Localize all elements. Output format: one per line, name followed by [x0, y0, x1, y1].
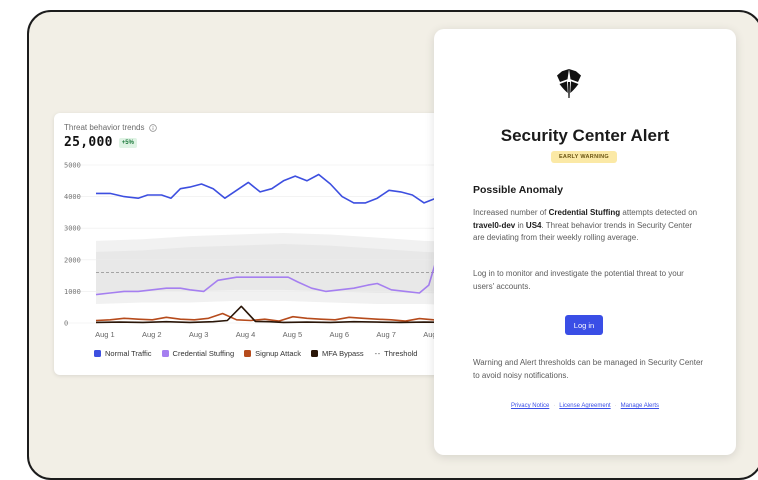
chart-title: Threat behavior trends — [64, 123, 145, 132]
legend-item[interactable]: MFA Bypass — [311, 349, 364, 358]
link-separator: · — [614, 403, 617, 409]
legend-item[interactable]: Credential Stuffing — [161, 349, 235, 358]
y-tick-label: 4000 — [64, 193, 81, 201]
region-name: US4 — [525, 220, 542, 230]
legend-label: Threshold — [384, 349, 418, 358]
expected-range-band-inner — [96, 244, 444, 294]
attack-type: Credential Stuffing — [548, 208, 621, 217]
y-tick-label: 2000 — [64, 256, 81, 264]
footer-links: Privacy Notice · License Agreement · Manage … — [434, 403, 736, 409]
x-tick-label: Aug 5 — [283, 330, 303, 339]
chart-legend: Normal Traffic Credential Stuffing Signup … — [94, 349, 417, 358]
legend-dash-marker: -- — [373, 349, 382, 358]
x-tick-label: Aug 3 — [189, 330, 209, 339]
legend-label: Normal Traffic — [105, 349, 152, 358]
threshold-note: Warning and Alert thresholds can be mana… — [473, 358, 704, 380]
legend-item[interactable]: Normal Traffic — [94, 349, 152, 358]
description-text: in — [515, 220, 526, 230]
x-tick-label: Aug 1 — [95, 330, 115, 339]
security-alert-card: Security Center Alert EARLY WARNING Poss… — [434, 29, 736, 455]
link-separator: · — [553, 403, 556, 409]
info-icon[interactable] — [148, 123, 157, 132]
threat-trends-chart: 5000 4000 3000 2000 1000 0 Aug 1 Aug 2 Aug 3 Aug … — [64, 162, 444, 339]
tenant-name: travel0-dev — [473, 220, 516, 230]
x-tick-label: Aug 6 — [329, 330, 349, 339]
legend-label: Credential Stuffing — [172, 349, 235, 358]
y-tick-label: 1000 — [64, 288, 81, 296]
legend-swatch — [94, 350, 101, 357]
legend-swatch — [311, 350, 318, 357]
log-in-button[interactable]: Log in — [565, 315, 603, 335]
description-text: attempts detected on — [620, 208, 698, 217]
y-tick-label: 5000 — [64, 162, 81, 170]
legend-item[interactable]: -- Threshold — [374, 349, 418, 358]
y-tick-label: 3000 — [64, 225, 81, 233]
x-tick-label: Aug 2 — [142, 330, 162, 339]
early-warning-badge: EARLY WARNING — [551, 151, 617, 163]
threat-trends-card: Threat behavior trends 25,000 +5% 5000 40… — [54, 113, 444, 375]
manage-alerts-link[interactable]: Manage Alerts — [621, 403, 659, 409]
anomaly-description: Increased number of Credential Stuffing … — [473, 207, 705, 245]
license-agreement-link[interactable]: License Agreement — [559, 403, 610, 409]
privacy-notice-link[interactable]: Privacy Notice — [511, 403, 549, 409]
chart-total-value: 25,000 — [64, 135, 113, 150]
chart-title-row: Threat behavior trends — [64, 123, 157, 132]
x-tick-label: Aug 4 — [236, 330, 256, 339]
legend-item[interactable]: Signup Attack — [244, 349, 301, 358]
description-text: Increased number of — [473, 208, 549, 217]
change-badge: +5% — [118, 137, 137, 148]
legend-swatch — [244, 350, 252, 357]
legend-label: Signup Attack — [255, 349, 301, 358]
legend-swatch — [161, 350, 169, 357]
y-tick-label: 0 — [64, 320, 68, 328]
chart-value-row: 25,000 +5% — [64, 135, 137, 150]
legend-label: MFA Bypass — [322, 349, 364, 358]
normal-traffic-line — [96, 173, 444, 204]
alert-title: Security Center Alert — [500, 126, 670, 145]
login-instruction: Log in to monitor and investigate the po… — [473, 269, 684, 291]
x-tick-label: Aug 7 — [376, 330, 396, 339]
shield-icon — [557, 69, 581, 98]
anomaly-heading: Possible Anomaly — [473, 184, 564, 196]
signup-attack-line — [95, 312, 444, 322]
